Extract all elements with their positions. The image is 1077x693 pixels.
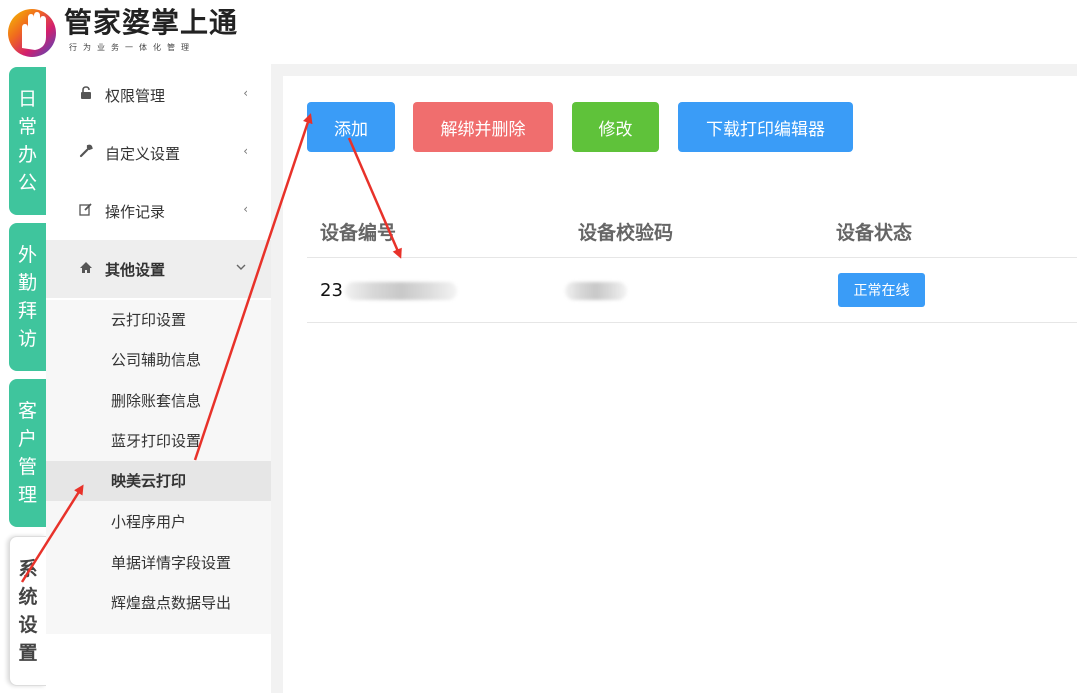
redacted-blur [565,282,627,300]
module-tab-daily-office[interactable]: 日 常 办 公 [9,67,46,215]
edit-icon [78,202,94,220]
redacted-blur [344,282,457,300]
submenu-item-bluetooth-print[interactable]: 蓝牙打印设置 [46,421,271,461]
tab-char: 管 [17,456,37,478]
main-content: 添加 解绑并删除 修改 下载打印编辑器 设备编号 设备校验码 设备状态 23 正… [283,76,1077,693]
tab-char: 外 [17,244,37,266]
table-row: 23 [320,280,457,301]
tab-char: 日 [17,88,37,110]
sidebar-item-label: 其他设置 [105,260,166,279]
add-button[interactable]: 添加 [307,102,395,152]
unbind-delete-button[interactable]: 解绑并删除 [413,102,553,152]
submenu-item-delete-account-info[interactable]: 删除账套信息 [46,381,271,421]
column-header-device-code: 设备校验码 [578,222,674,244]
tab-char: 户 [17,428,37,450]
sidebar-item-custom-settings[interactable]: 自定义设置 ‹ [46,124,271,182]
tab-char: 理 [17,484,37,506]
device-code-cell [565,280,627,301]
table-row-divider [307,322,1077,323]
tab-char: 设 [18,614,38,636]
module-tab-field-visit[interactable]: 外 勤 拜 访 [9,223,46,371]
tab-char: 办 [17,144,37,166]
home-icon [78,261,94,278]
app-header: 管家婆掌上通 行为业务一体化管理 [0,0,1077,64]
sidebar-item-label: 操作记录 [105,202,166,221]
module-tab-customer-management[interactable]: 客 户 管 理 [9,379,46,527]
submenu-item-inventory-export[interactable]: 辉煌盘点数据导出 [46,583,271,623]
brand-subtitle: 行为业务一体化管理 [69,43,195,52]
tab-char: 访 [17,328,37,350]
chevron-left-icon: ‹ [243,202,248,216]
submenu-item-doc-detail-fields[interactable]: 单据详情字段设置 [46,543,271,583]
chevron-down-icon [236,261,246,274]
table-header-divider [307,257,1077,258]
submenu-other-settings: 云打印设置 公司辅助信息 删除账套信息 蓝牙打印设置 映美云打印 小程序用户 单… [46,300,271,634]
wrench-icon [78,144,94,162]
brand-title: 管家婆掌上通 [64,6,239,39]
lock-icon [78,86,94,104]
column-header-device-no: 设备编号 [320,222,397,244]
submenu-item-mini-program-users[interactable]: 小程序用户 [46,502,271,542]
module-tab-system-settings[interactable]: 系 统 设 置 [9,536,46,686]
tab-char: 统 [18,586,38,608]
edit-button[interactable]: 修改 [572,102,659,152]
sidebar-item-other-settings[interactable]: 其他设置 [46,240,271,298]
chevron-left-icon: ‹ [243,86,248,100]
tab-char: 置 [18,642,38,664]
tab-char: 常 [17,116,37,138]
tab-char: 客 [17,400,37,422]
tab-char: 系 [18,558,38,580]
chevron-left-icon: ‹ [243,144,248,158]
sidebar-item-permission-management[interactable]: 权限管理 ‹ [46,66,271,124]
download-print-editor-button[interactable]: 下载打印编辑器 [678,102,853,152]
sidebar-menu: 权限管理 ‹ 自定义设置 ‹ 操作记录 ‹ 其他设置 云打印设置 公司辅助信息 … [46,64,272,693]
column-header-device-status: 设备状态 [836,222,913,244]
content-top-gutter [271,64,1077,76]
status-badge: 正常在线 [838,273,925,307]
submenu-item-cloud-print-settings[interactable]: 云打印设置 [46,300,271,340]
logo-hand-icon [8,9,56,57]
sidebar-item-operation-log[interactable]: 操作记录 ‹ [46,182,271,240]
content-left-gutter [271,64,283,693]
submenu-item-company-aux-info[interactable]: 公司辅助信息 [46,340,271,380]
tab-char: 拜 [17,300,37,322]
tab-char: 勤 [17,272,37,294]
submenu-item-yingmei-cloud-print[interactable]: 映美云打印 [46,461,271,501]
sidebar-item-label: 权限管理 [105,86,166,105]
device-no-value: 23 [320,280,343,301]
sidebar-item-label: 自定义设置 [105,144,181,163]
tab-char: 公 [17,172,37,194]
